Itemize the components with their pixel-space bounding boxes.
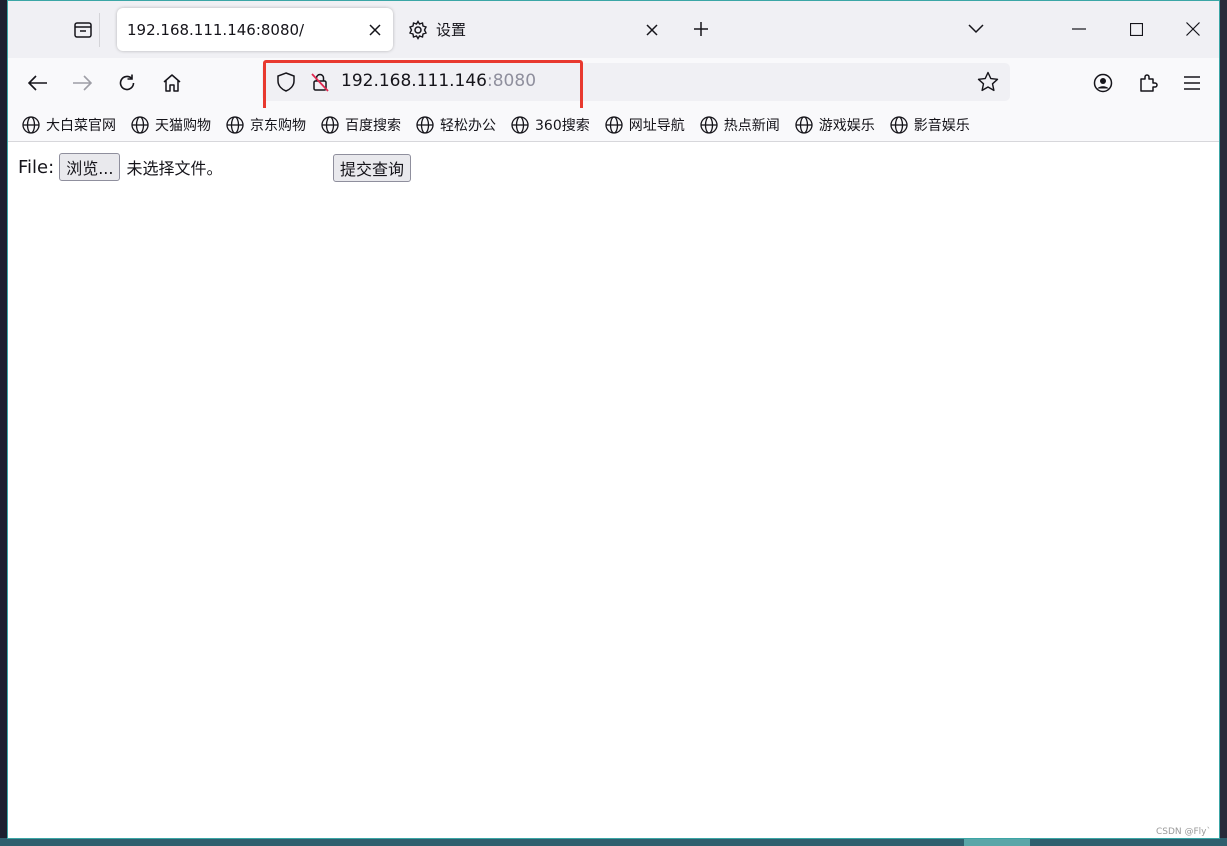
globe-icon xyxy=(795,115,815,135)
bookmark-label: 影音娱乐 xyxy=(913,117,970,134)
submit-query-button[interactable]: 提交查询 xyxy=(333,154,412,182)
close-tab-button[interactable] xyxy=(638,16,666,44)
arrow-right-icon xyxy=(73,75,92,91)
navigation-toolbar: 192.168.111.146:8080 xyxy=(8,58,1219,114)
close-window-button[interactable] xyxy=(1176,13,1210,45)
new-tab-button[interactable] xyxy=(687,15,715,43)
back-button[interactable] xyxy=(22,67,54,99)
bookmark-label: 百度搜索 xyxy=(345,117,401,134)
globe-icon xyxy=(416,115,436,135)
browser-window: 192.168.111.146:8080/ 设置 192.168.111.146… xyxy=(7,0,1220,839)
bookmark-item[interactable]: 大白菜官网 xyxy=(22,115,116,135)
bookmark-label: 大白菜官网 xyxy=(46,117,116,134)
upload-form: File: 浏览... 未选择文件。 xyxy=(18,153,222,181)
menu-button[interactable] xyxy=(1176,67,1208,99)
bookmark-item[interactable]: 京东购物 xyxy=(226,115,306,135)
hamburger-icon xyxy=(1184,76,1200,90)
chevron-down-icon xyxy=(968,24,984,34)
firefox-view-button[interactable] xyxy=(66,13,100,47)
page-content: File: 浏览... 未选择文件。 提交查询 CSDN @Fly` xyxy=(8,143,1219,838)
bookmark-item[interactable]: 热点新闻 xyxy=(700,115,780,135)
file-label: File: xyxy=(18,156,55,178)
account-button[interactable] xyxy=(1087,67,1119,99)
tab-active[interactable]: 192.168.111.146:8080/ xyxy=(117,8,393,51)
gear-icon xyxy=(408,19,430,41)
close-tab-button[interactable] xyxy=(361,16,389,44)
globe-icon xyxy=(226,115,246,135)
tab-title: 192.168.111.146:8080/ xyxy=(127,20,305,39)
bookmark-label: 热点新闻 xyxy=(723,117,780,134)
bookmark-label: 游戏娱乐 xyxy=(818,117,875,134)
bookmark-item[interactable]: 网址导航 xyxy=(605,115,685,135)
bookmark-item[interactable]: 游戏娱乐 xyxy=(795,115,875,135)
globe-icon xyxy=(22,115,42,135)
bookmark-label: 轻松办公 xyxy=(440,117,496,134)
desktop-background xyxy=(0,0,7,846)
browse-button[interactable]: 浏览... xyxy=(59,153,121,181)
forward-button[interactable] xyxy=(66,67,98,99)
desktop-taskbar-strip xyxy=(0,838,1227,846)
tab-settings[interactable]: 设置 xyxy=(400,8,670,51)
puzzle-icon xyxy=(1140,74,1158,92)
plus-icon xyxy=(694,22,708,36)
bookmark-item[interactable]: 影音娱乐 xyxy=(890,115,970,135)
globe-icon xyxy=(890,115,910,135)
close-icon xyxy=(369,23,381,36)
taskbar-item[interactable] xyxy=(964,838,1030,846)
extensions-button[interactable] xyxy=(1132,67,1164,99)
bookmark-label: 网址导航 xyxy=(628,117,685,134)
close-icon xyxy=(1186,22,1200,36)
reload-icon xyxy=(119,74,135,91)
annotation-highlight-box xyxy=(263,60,583,114)
list-all-tabs-button[interactable] xyxy=(962,15,990,43)
watermark: CSDN @Fly` xyxy=(1155,827,1211,837)
close-icon xyxy=(646,23,658,36)
minimize-button[interactable] xyxy=(1062,13,1096,45)
globe-icon xyxy=(131,115,151,135)
bookmarks-toolbar: 大白菜官网 天猫购物 京东购物 百度搜索 轻松办公 360搜索 网址导航 热点新闻 游戏娱乐 影音… xyxy=(8,108,1219,142)
bookmark-label: 天猫购物 xyxy=(155,117,211,134)
star-icon[interactable] xyxy=(976,70,1000,94)
maximize-icon xyxy=(1129,22,1143,36)
minimize-icon xyxy=(1072,28,1086,30)
maximize-button[interactable] xyxy=(1119,13,1153,45)
bookmark-item[interactable]: 天猫购物 xyxy=(131,115,211,135)
tab-title: 设置 xyxy=(436,21,467,39)
globe-icon xyxy=(700,115,720,135)
bookmark-label: 京东购物 xyxy=(250,117,306,134)
bookmark-item[interactable]: 轻松办公 xyxy=(416,115,496,135)
account-icon xyxy=(1093,73,1113,93)
tab-bar: 192.168.111.146:8080/ 设置 xyxy=(8,1,1219,58)
globe-icon xyxy=(605,115,625,135)
no-file-selected-text: 未选择文件。 xyxy=(126,159,223,178)
reload-button[interactable] xyxy=(111,67,143,99)
home-icon xyxy=(163,74,181,92)
globe-icon xyxy=(321,115,341,135)
globe-icon xyxy=(511,115,531,135)
arrow-left-icon xyxy=(28,75,47,91)
firefox-view-icon xyxy=(73,22,92,38)
home-button[interactable] xyxy=(156,67,188,99)
bookmark-item[interactable]: 360搜索 xyxy=(511,115,590,135)
bookmark-label: 360搜索 xyxy=(535,117,590,134)
bookmark-item[interactable]: 百度搜索 xyxy=(321,115,401,135)
